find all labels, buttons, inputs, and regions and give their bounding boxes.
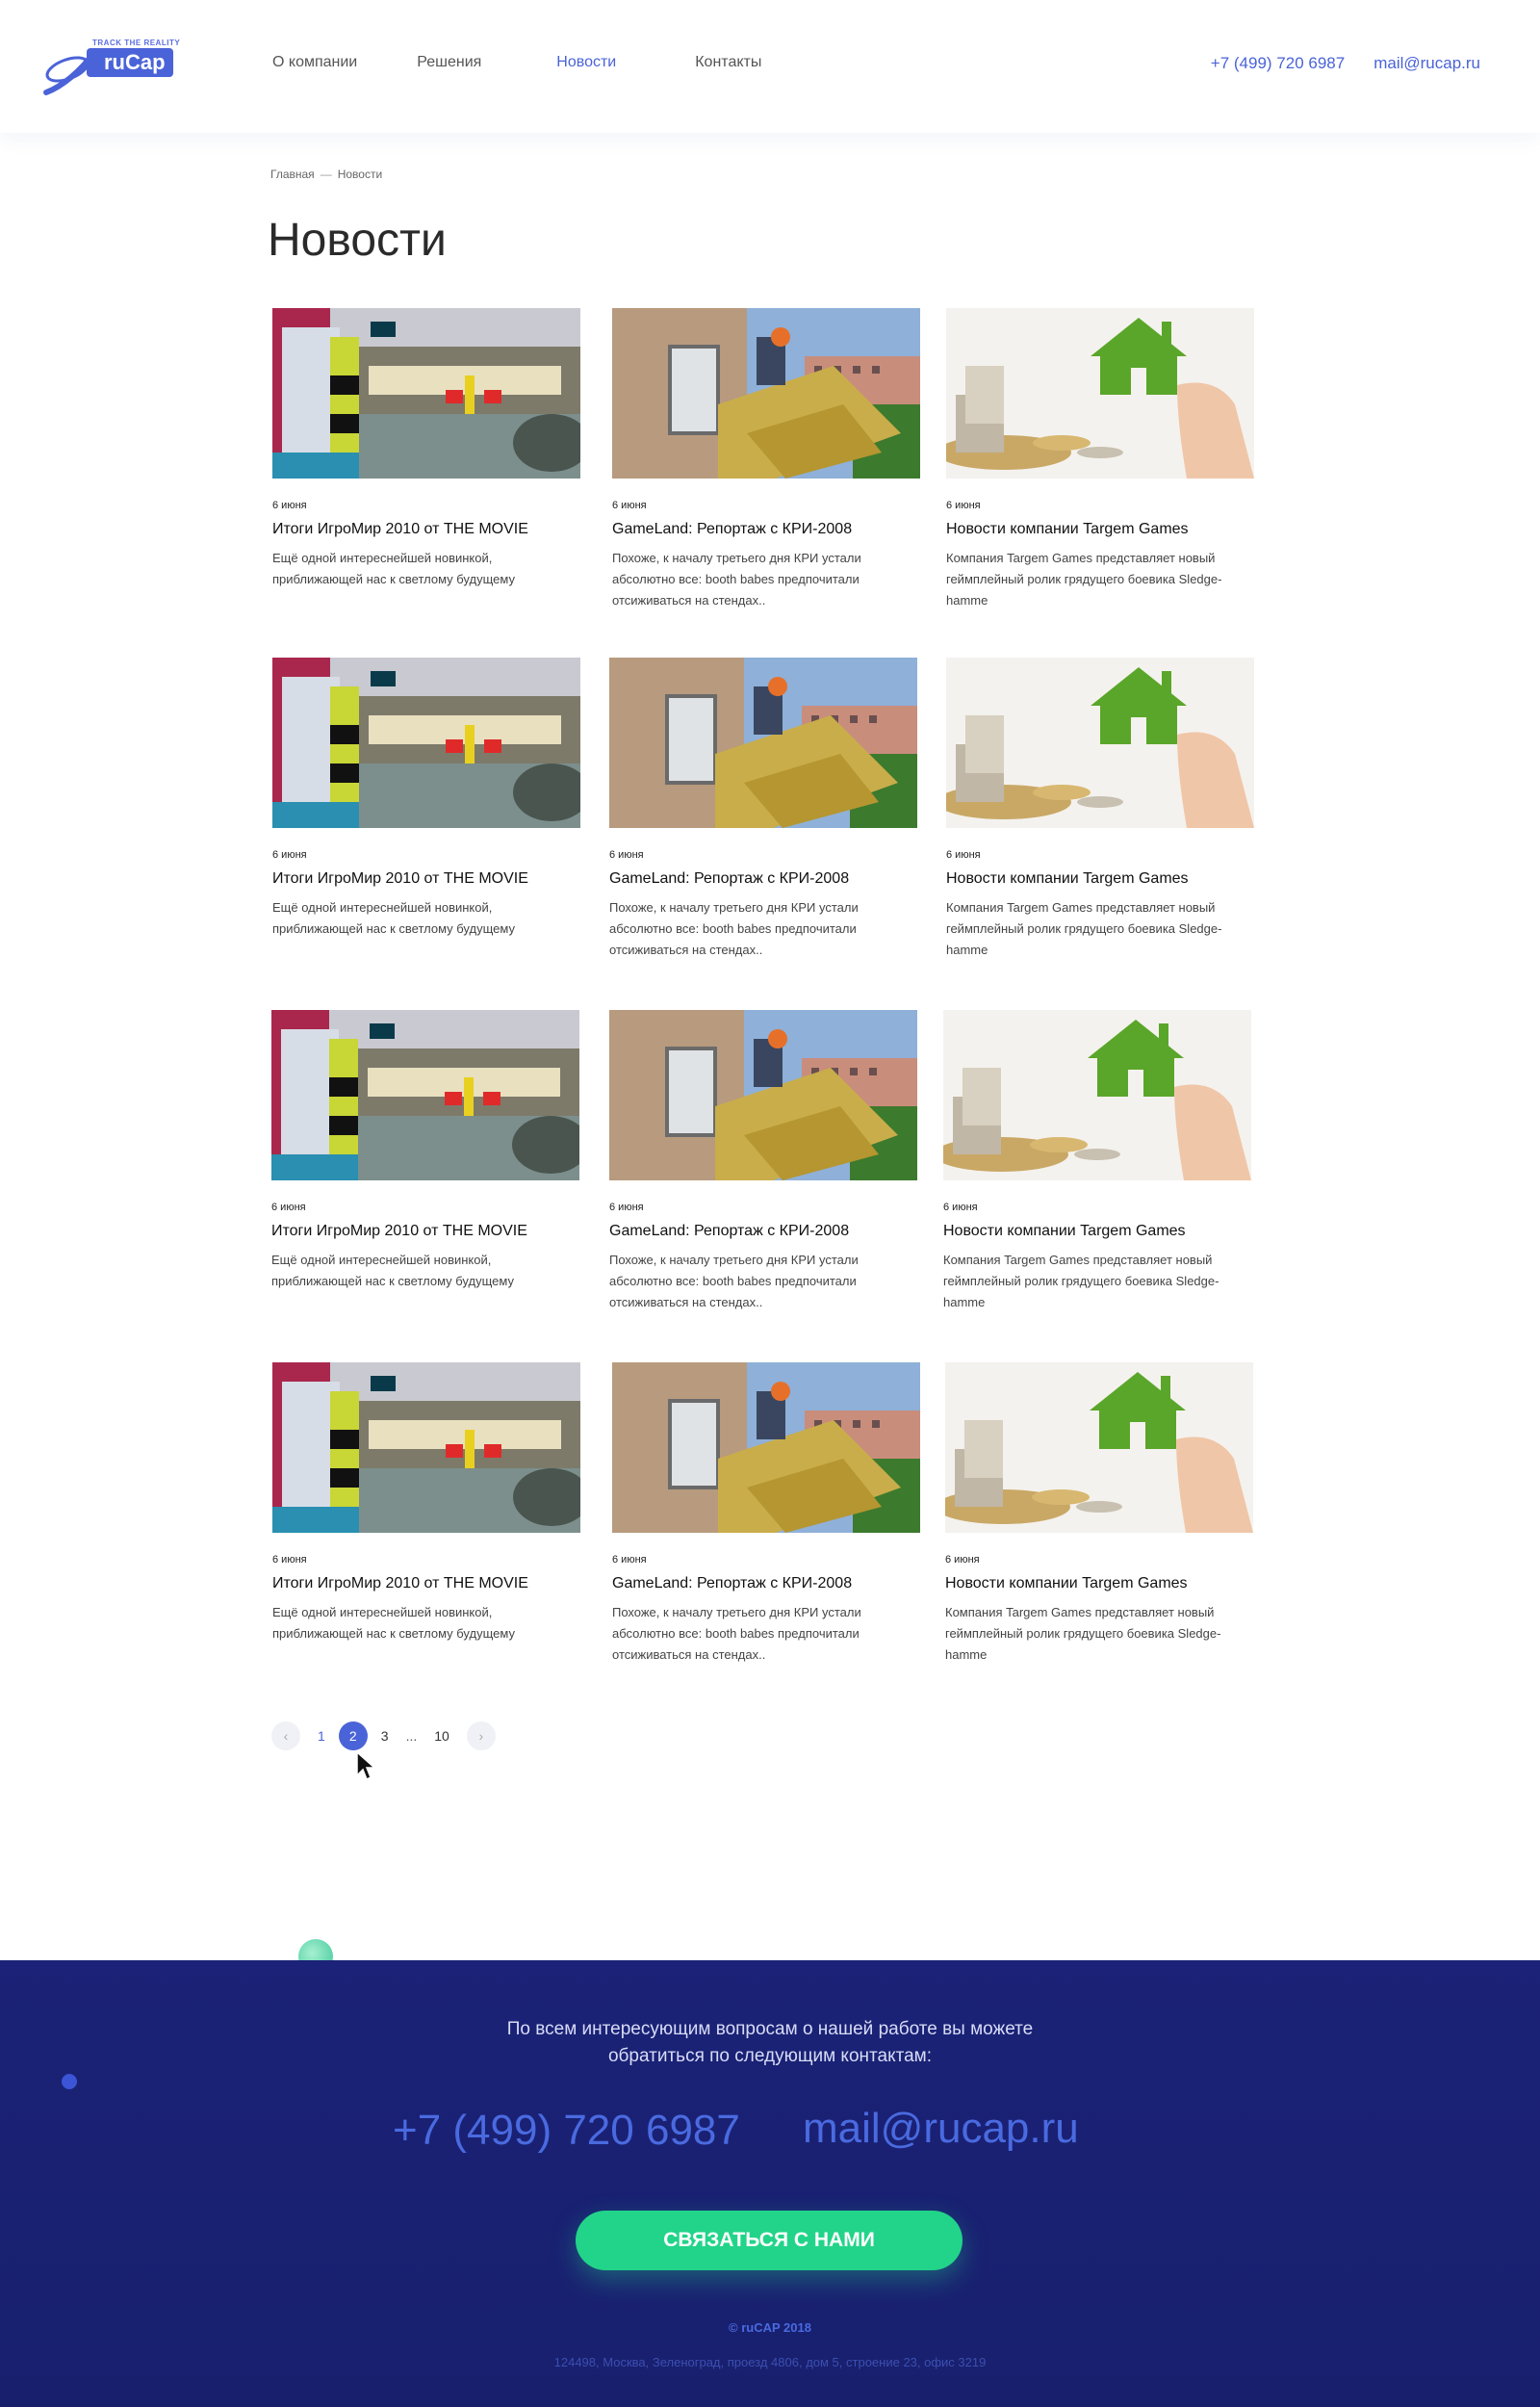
news-date: 6 июня [272, 500, 307, 511]
news-description: Компания Targem Games представляет новый… [945, 1605, 1221, 1662]
news-title[interactable]: Итоги ИгроМир 2010 от THE MOVIE [272, 870, 580, 888]
news-thumbnail-parking[interactable] [272, 308, 580, 479]
news-thumbnail-construction[interactable] [612, 308, 920, 479]
news-description: Компания Targem Games представляет новый… [943, 1253, 1219, 1309]
footer-email-link[interactable]: mail@rucap.ru [803, 2105, 1079, 2153]
header-email-link[interactable]: mail@rucap.ru [1373, 54, 1480, 73]
news-card[interactable]: 6 июня GameLand: Репортаж с КРИ-2008 Похож… [612, 1362, 920, 1666]
news-description: Компания Targem Games представляет новый… [946, 900, 1222, 957]
news-title[interactable]: GameLand: Репортаж с КРИ-2008 [609, 870, 917, 888]
news-description: Похоже, к началу третьего дня КРИ устали… [609, 900, 859, 957]
news-card[interactable]: 6 июня Итоги ИгроМир 2010 от THE MOVIE Ещё… [272, 308, 580, 590]
news-card[interactable]: 6 июня Итоги ИгроМир 2010 от THE MOVIE Ещё… [272, 1362, 580, 1644]
site-header: TRACK THE REALITY ruCap О компании Решен… [0, 0, 1540, 133]
news-thumbnail-house-coins[interactable] [945, 1362, 1253, 1533]
breadcrumb-separator: — [320, 168, 332, 181]
news-card[interactable]: 6 июня Новости компании Targem Games Компа… [946, 308, 1254, 611]
page-10-link[interactable]: 10 [434, 1728, 449, 1744]
news-title[interactable]: GameLand: Репортаж с КРИ-2008 [609, 1223, 917, 1240]
news-title[interactable]: Новости компании Targem Games [946, 521, 1254, 538]
news-date: 6 июня [943, 1202, 978, 1213]
news-date: 6 июня [612, 1554, 647, 1566]
news-description: Ещё одной интереснейшей новинкой, прибли… [272, 1605, 515, 1641]
news-thumbnail-house-coins[interactable] [946, 308, 1254, 479]
news-card[interactable]: 6 июня Новости компании Targem Games Компа… [943, 1010, 1251, 1313]
news-thumbnail-construction[interactable] [609, 658, 917, 828]
page-2-current[interactable]: 2 [338, 1721, 368, 1750]
news-thumbnail-construction[interactable] [612, 1362, 920, 1533]
news-description: Компания Targem Games представляет новый… [946, 551, 1222, 608]
news-date: 6 июня [946, 849, 981, 861]
footer-intro-line1: По всем интересующим вопросам о нашей ра… [506, 2019, 1034, 2039]
news-date: 6 июня [272, 849, 307, 861]
news-title[interactable]: GameLand: Репортаж с КРИ-2008 [612, 1575, 920, 1592]
breadcrumb: Главная — Новости [270, 168, 382, 181]
news-description: Похоже, к началу третьего дня КРИ устали… [612, 1605, 861, 1662]
header-phone-link[interactable]: +7 (499) 720 6987 [1211, 54, 1345, 73]
footer-address: 124498, Москва, Зеленоград, проезд 4806,… [553, 2355, 987, 2369]
news-title[interactable]: GameLand: Репортаж с КРИ-2008 [612, 521, 920, 538]
logo-tagline: TRACK THE REALITY [92, 39, 181, 47]
prev-page-button[interactable]: ‹ [271, 1721, 300, 1750]
news-thumbnail-house-coins[interactable] [943, 1010, 1251, 1180]
nav-item-about[interactable]: О компании [272, 54, 357, 71]
news-date: 6 июня [946, 500, 981, 511]
news-date: 6 июня [271, 1202, 306, 1213]
news-card[interactable]: 6 июня Итоги ИгроМир 2010 от THE MOVIE Ещё… [272, 658, 580, 940]
news-date: 6 июня [612, 500, 647, 511]
news-card[interactable]: 6 июня Новости компании Targem Games Компа… [946, 658, 1254, 961]
copyright: © ruCAP 2018 [729, 2320, 811, 2335]
news-description: Ещё одной интереснейшей новинкой, прибли… [272, 900, 515, 936]
news-card[interactable]: 6 июня GameLand: Репортаж с КРИ-2008 Похож… [612, 308, 920, 611]
news-date: 6 июня [609, 849, 644, 861]
news-description: Ещё одной интереснейшей новинкой, прибли… [272, 551, 515, 586]
rucap-logo[interactable]: TRACK THE REALITY ruCap [42, 39, 181, 102]
news-description: Ещё одной интереснейшей новинкой, прибли… [271, 1253, 514, 1288]
logo-text: ruCap [87, 48, 173, 77]
news-thumbnail-construction[interactable] [609, 1010, 917, 1180]
news-thumbnail-parking[interactable] [272, 658, 580, 828]
mouse-cursor-icon [356, 1750, 376, 1781]
news-title[interactable]: Новости компании Targem Games [946, 870, 1254, 888]
news-thumbnail-parking[interactable] [271, 1010, 579, 1180]
news-date: 6 июня [272, 1554, 307, 1566]
footer-intro: По всем интересующим вопросам о нашей ра… [0, 2016, 1540, 2070]
next-page-button[interactable]: › [466, 1721, 496, 1750]
footer-intro-line2: обратиться по следующим контактам: [607, 2046, 932, 2066]
breadcrumb-current: Новости [337, 168, 383, 181]
site-footer: По всем интересующим вопросам о нашей ра… [0, 1960, 1540, 2407]
news-title[interactable]: Новости компании Targem Games [945, 1575, 1253, 1592]
news-thumbnail-parking[interactable] [272, 1362, 580, 1533]
pagination-ellipsis: ... [405, 1728, 418, 1744]
news-card[interactable]: 6 июня Новости компании Targem Games Компа… [945, 1362, 1253, 1666]
news-date: 6 июня [945, 1554, 980, 1566]
news-card[interactable]: 6 июня Итоги ИгроМир 2010 от THE MOVIE Ещё… [271, 1010, 579, 1292]
news-title[interactable]: Новости компании Targem Games [943, 1223, 1251, 1240]
page-1-link[interactable]: 1 [318, 1728, 325, 1744]
pagination: ‹ 1 2 3 ... 10 › [271, 1721, 496, 1750]
header-contacts: +7 (499) 720 6987 mail@rucap.ru [1211, 54, 1480, 73]
news-card[interactable]: 6 июня GameLand: Репортаж с КРИ-2008 Похож… [609, 1010, 917, 1313]
news-title[interactable]: Итоги ИгроМир 2010 от THE MOVIE [272, 1575, 580, 1592]
news-description: Похоже, к началу третьего дня КРИ устали… [612, 551, 861, 608]
decorative-dot [62, 2074, 77, 2089]
nav-item-news[interactable]: Новости [556, 54, 616, 71]
breadcrumb-home[interactable]: Главная [270, 168, 315, 181]
news-title[interactable]: Итоги ИгроМир 2010 от THE MOVIE [271, 1223, 579, 1240]
nav-item-solutions[interactable]: Решения [417, 54, 481, 71]
news-date: 6 июня [609, 1202, 644, 1213]
news-thumbnail-house-coins[interactable] [946, 658, 1254, 828]
main-nav: О компании Решения Новости Контакты [272, 54, 821, 71]
page-3-link[interactable]: 3 [381, 1728, 389, 1744]
news-description: Похоже, к началу третьего дня КРИ устали… [609, 1253, 859, 1309]
footer-phone-link[interactable]: +7 (499) 720 6987 [393, 2107, 740, 2155]
nav-item-contacts[interactable]: Контакты [695, 54, 761, 71]
news-title[interactable]: Итоги ИгроМир 2010 от THE MOVIE [272, 521, 580, 538]
page-title: Новости [268, 215, 447, 266]
contact-us-button[interactable]: СВЯЗАТЬСЯ С НАМИ [576, 2211, 962, 2270]
news-card[interactable]: 6 июня GameLand: Репортаж с КРИ-2008 Похож… [609, 658, 917, 961]
